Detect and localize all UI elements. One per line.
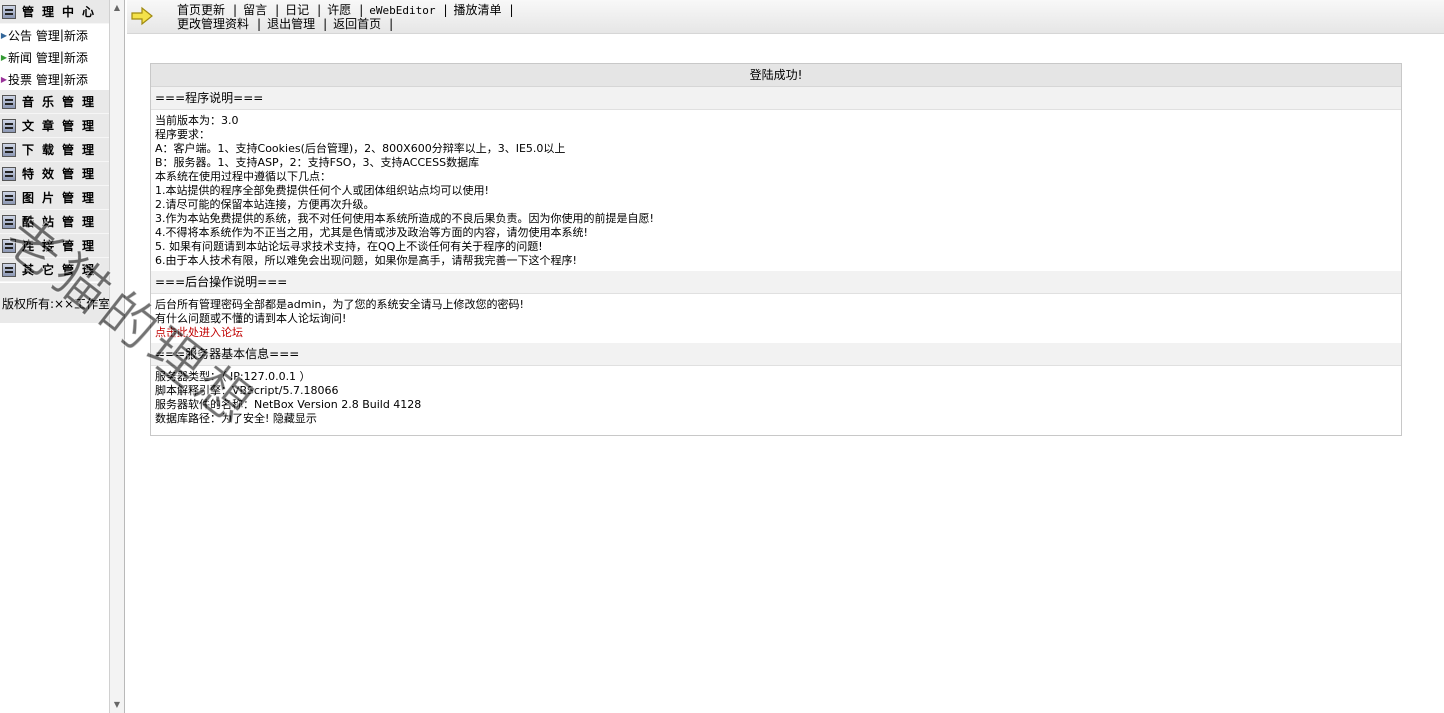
arrow-right-icon: ▶ — [0, 30, 8, 40]
menu-icon — [2, 94, 16, 109]
program-line: 程序要求： — [155, 128, 210, 141]
server-line: 服务器软件的名称：NetBox Version 2.8 Build 4128 — [155, 398, 422, 411]
announcement-manage-link[interactable]: 管理 — [36, 27, 60, 44]
sidebar-sub-item-news: ▶ 新闻 管理 | 新添 — [0, 49, 88, 66]
program-line: 2.请尽可能的保留本站连接，方便再次升级。 — [155, 198, 375, 211]
sidebar-group-other[interactable]: 其它管理 — [0, 258, 109, 282]
nav-row-secondary: 更改管理资料 | 退出管理 | 返回首页 | — [177, 17, 394, 31]
sidebar-group-download[interactable]: 下载管理 — [0, 138, 109, 162]
server-line: 服务器类型：（ IP:127.0.0.1 ） — [155, 370, 311, 383]
server-line: 数据库路径：为了安全! 隐藏显示 — [155, 412, 317, 425]
sidebar-group-pictures[interactable]: 图片管理 — [0, 186, 109, 210]
program-line: 1.本站提供的程序全部免费提供任何个人或团体组织站点均可以使用! — [155, 184, 489, 197]
sidebar-header[interactable]: 管理中心 — [0, 0, 109, 24]
sidebar-group-label: 下载管理 — [22, 143, 103, 157]
sub-item-label: 公告 — [8, 28, 33, 43]
sidebar-group-article[interactable]: 文章管理 — [0, 114, 109, 138]
sidebar: 管理中心 ▶ 公告 管理 | 新添 ▶ 新闻 管理 | 新添 ▶ 投票 管理 | 新添 音乐… — [0, 0, 109, 713]
announcement-add-link[interactable]: 新添 — [64, 27, 88, 44]
program-line: 当前版本为：3.0 — [155, 114, 239, 127]
menu-icon — [2, 4, 16, 19]
scroll-up-icon[interactable]: ▲ — [111, 1, 123, 15]
menu-icon — [2, 142, 16, 157]
menu-icon — [2, 118, 16, 133]
nav-back-home[interactable]: 返回首页 — [333, 17, 381, 31]
sidebar-group-label: 连接管理 — [22, 239, 103, 253]
top-nav: 首页更新 | 留言 | 日记 | 许愿 | eWebEditor | 播放清单 | 更改管理资料 | 退出… — [127, 0, 1444, 34]
vote-add-link[interactable]: 新添 — [64, 71, 88, 88]
sub-item-label: 投票 — [8, 72, 33, 87]
menu-icon — [2, 262, 16, 277]
forum-link[interactable]: 点击此处进入论坛 — [155, 326, 243, 339]
server-line: 脚本解释引擎：VBScript/5.7.18066 — [155, 384, 339, 397]
section-body-admin: 后台所有管理密码全部都是admin，为了您的系统安全请马上修改您的密码! 有什么… — [151, 294, 1401, 343]
scroll-down-icon[interactable]: ▼ — [111, 698, 123, 712]
frame-scrollbar[interactable]: ▲ ▼ — [109, 0, 125, 713]
section-body-server: 服务器类型：（ IP:127.0.0.1 ） 脚本解释引擎：VBScript/5… — [151, 366, 1401, 429]
sub-item-label: 新闻 — [8, 50, 33, 65]
news-manage-link[interactable]: 管理 — [36, 49, 60, 66]
info-panel: 登陆成功! ===程序说明=== 当前版本为：3.0 程序要求： A：客户端。1… — [150, 63, 1402, 436]
sidebar-group-label: 图片管理 — [22, 191, 103, 205]
menu-icon — [2, 166, 16, 181]
sidebar-group-links[interactable]: 连接管理 — [0, 234, 109, 258]
section-heading-admin: ===后台操作说明=== — [151, 271, 1401, 294]
sidebar-group-effects[interactable]: 特效管理 — [0, 162, 109, 186]
program-line: 4.不得将本系统作为不正当之用，尤其是色情或涉及政治等方面的内容，请勿使用本系统… — [155, 226, 588, 239]
sidebar-group-music[interactable]: 音乐管理 — [0, 90, 109, 114]
arrow-right-icon — [131, 6, 153, 26]
menu-icon — [2, 190, 16, 205]
program-line: A：客户端。1、支持Cookies(后台管理)，2、800X600分辩率以上，3… — [155, 142, 566, 155]
sidebar-group-label: 其它管理 — [22, 263, 103, 277]
nav-edit-profile[interactable]: 更改管理资料 — [177, 17, 249, 31]
program-line: 本系统在使用过程中遵循以下几点： — [155, 170, 331, 183]
sidebar-group-cool-sites[interactable]: 酷站管理 — [0, 210, 109, 234]
admin-line: 有什么问题或不懂的请到本人论坛询问! — [155, 312, 347, 325]
arrow-right-icon: ▶ — [0, 52, 8, 62]
news-add-link[interactable]: 新添 — [64, 49, 88, 66]
panel-title: 登陆成功! — [151, 64, 1401, 87]
admin-line: 后台所有管理密码全部都是admin，为了您的系统安全请马上修改您的密码! — [155, 298, 524, 311]
program-line: 6.由于本人技术有限，所以难免会出现问题，如果你是高手，请帮我完善一下这个程序! — [155, 254, 577, 267]
section-body-program: 当前版本为：3.0 程序要求： A：客户端。1、支持Cookies(后台管理)，… — [151, 110, 1401, 271]
nav-playlist[interactable]: 播放清单 — [454, 3, 502, 17]
section-heading-server: ===服务器基本信息=== — [151, 343, 1401, 366]
menu-icon — [2, 238, 16, 253]
section-heading-program: ===程序说明=== — [151, 87, 1401, 110]
nav-logout[interactable]: 退出管理 — [267, 17, 315, 31]
program-line: B：服务器。1、支持ASP，2：支持FSO，3、支持ACCESS数据库 — [155, 156, 480, 169]
menu-icon — [2, 214, 16, 229]
program-line: 3.作为本站免费提供的系统，我不对任何使用本系统所造成的不良后果负责。因为你使用… — [155, 212, 654, 225]
program-line: 5. 如果有问题请到本站论坛寻求技术支持，在QQ上不谈任何有关于程序的问题! — [155, 240, 543, 253]
sidebar-group-label: 文章管理 — [22, 119, 103, 133]
sidebar-sub-item-announcement: ▶ 公告 管理 | 新添 — [0, 27, 88, 44]
sidebar-group-label: 音乐管理 — [22, 95, 103, 109]
sidebar-group-label: 酷站管理 — [22, 215, 103, 229]
sidebar-copyright: 版权所有:××工作室 — [0, 283, 109, 323]
arrow-right-icon: ▶ — [0, 74, 8, 84]
sidebar-group-label: 特效管理 — [22, 167, 103, 181]
sidebar-sub-item-vote: ▶ 投票 管理 | 新添 — [0, 71, 88, 88]
vote-manage-link[interactable]: 管理 — [36, 71, 60, 88]
sidebar-header-label: 管理中心 — [22, 5, 103, 19]
